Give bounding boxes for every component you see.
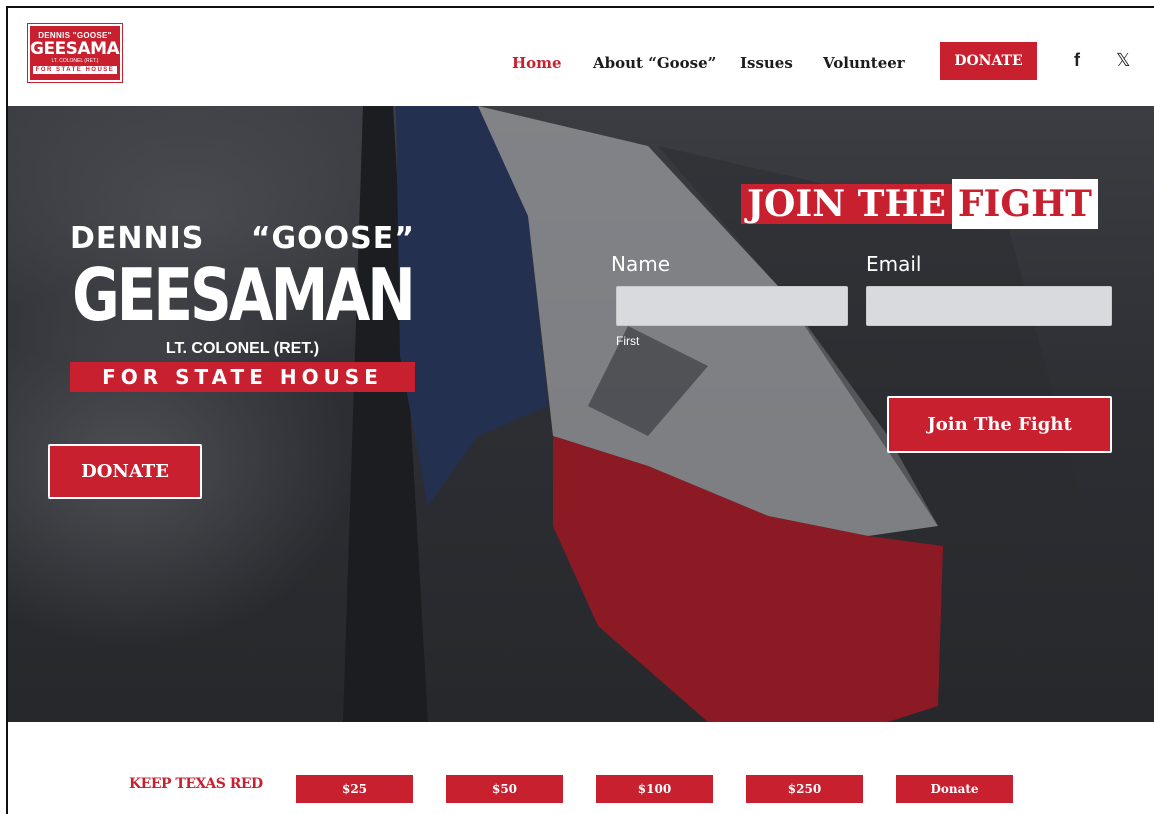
keep-texas-red-tagline: KEEP TEXAS RED bbox=[129, 776, 263, 792]
nav-home[interactable]: Home bbox=[512, 54, 562, 72]
join-title-part-2: FIGHT bbox=[951, 179, 1098, 229]
hero-section: DENNIS “GOOSE” GEESAMAN LT. COLONEL (RET… bbox=[8, 106, 1154, 722]
logo-line-1: DENNIS "GOOSE" bbox=[38, 31, 112, 40]
donate-50-button[interactable]: $50 bbox=[446, 775, 563, 803]
candidate-nickname: “GOOSE” bbox=[250, 221, 415, 256]
email-input[interactable] bbox=[866, 286, 1112, 326]
join-the-fight-title: JOIN THE FIGHT bbox=[741, 178, 1098, 230]
email-label: Email bbox=[866, 252, 922, 276]
first-name-input[interactable] bbox=[616, 286, 848, 326]
main-nav: Home About “Goose” Issues Volunteer DONA… bbox=[8, 42, 1154, 82]
nav-issues[interactable]: Issues bbox=[740, 54, 793, 72]
candidate-office: FOR STATE HOUSE bbox=[70, 362, 415, 392]
first-name-sublabel: First bbox=[616, 334, 640, 348]
site-header: DENNIS "GOOSE" GEESAMAN LT. COLONEL (RET… bbox=[8, 8, 1154, 106]
candidate-rank: LT. COLONEL (RET.) bbox=[165, 340, 320, 357]
join-the-fight-button[interactable]: Join The Fight bbox=[887, 396, 1112, 453]
browser-frame: DENNIS "GOOSE" GEESAMAN LT. COLONEL (RET… bbox=[6, 6, 1154, 814]
nav-donate-button[interactable]: DONATE bbox=[940, 42, 1037, 80]
donate-25-button[interactable]: $25 bbox=[296, 775, 413, 803]
nav-about[interactable]: About “Goose” bbox=[593, 54, 716, 72]
facebook-icon[interactable]: f bbox=[1074, 50, 1080, 71]
candidate-top-line: DENNIS “GOOSE” bbox=[70, 221, 415, 256]
donate-strip: KEEP TEXAS RED $25 $50 $100 $250 Donate bbox=[8, 722, 1154, 814]
x-icon[interactable]: 𝕏 bbox=[1116, 50, 1131, 71]
hero-donate-button[interactable]: DONATE bbox=[48, 444, 202, 499]
join-title-part-1: JOIN THE bbox=[741, 184, 952, 224]
name-label: Name bbox=[611, 252, 671, 276]
nav-volunteer[interactable]: Volunteer bbox=[823, 54, 905, 72]
candidate-last-name: GEESAMAN bbox=[72, 252, 416, 338]
candidate-name-block: DENNIS “GOOSE” GEESAMAN LT. COLONEL (RET… bbox=[70, 221, 416, 392]
donate-100-button[interactable]: $100 bbox=[596, 775, 713, 803]
candidate-first-name: DENNIS bbox=[70, 221, 205, 256]
donate-custom-button[interactable]: Donate bbox=[896, 775, 1013, 803]
donate-250-button[interactable]: $250 bbox=[746, 775, 863, 803]
